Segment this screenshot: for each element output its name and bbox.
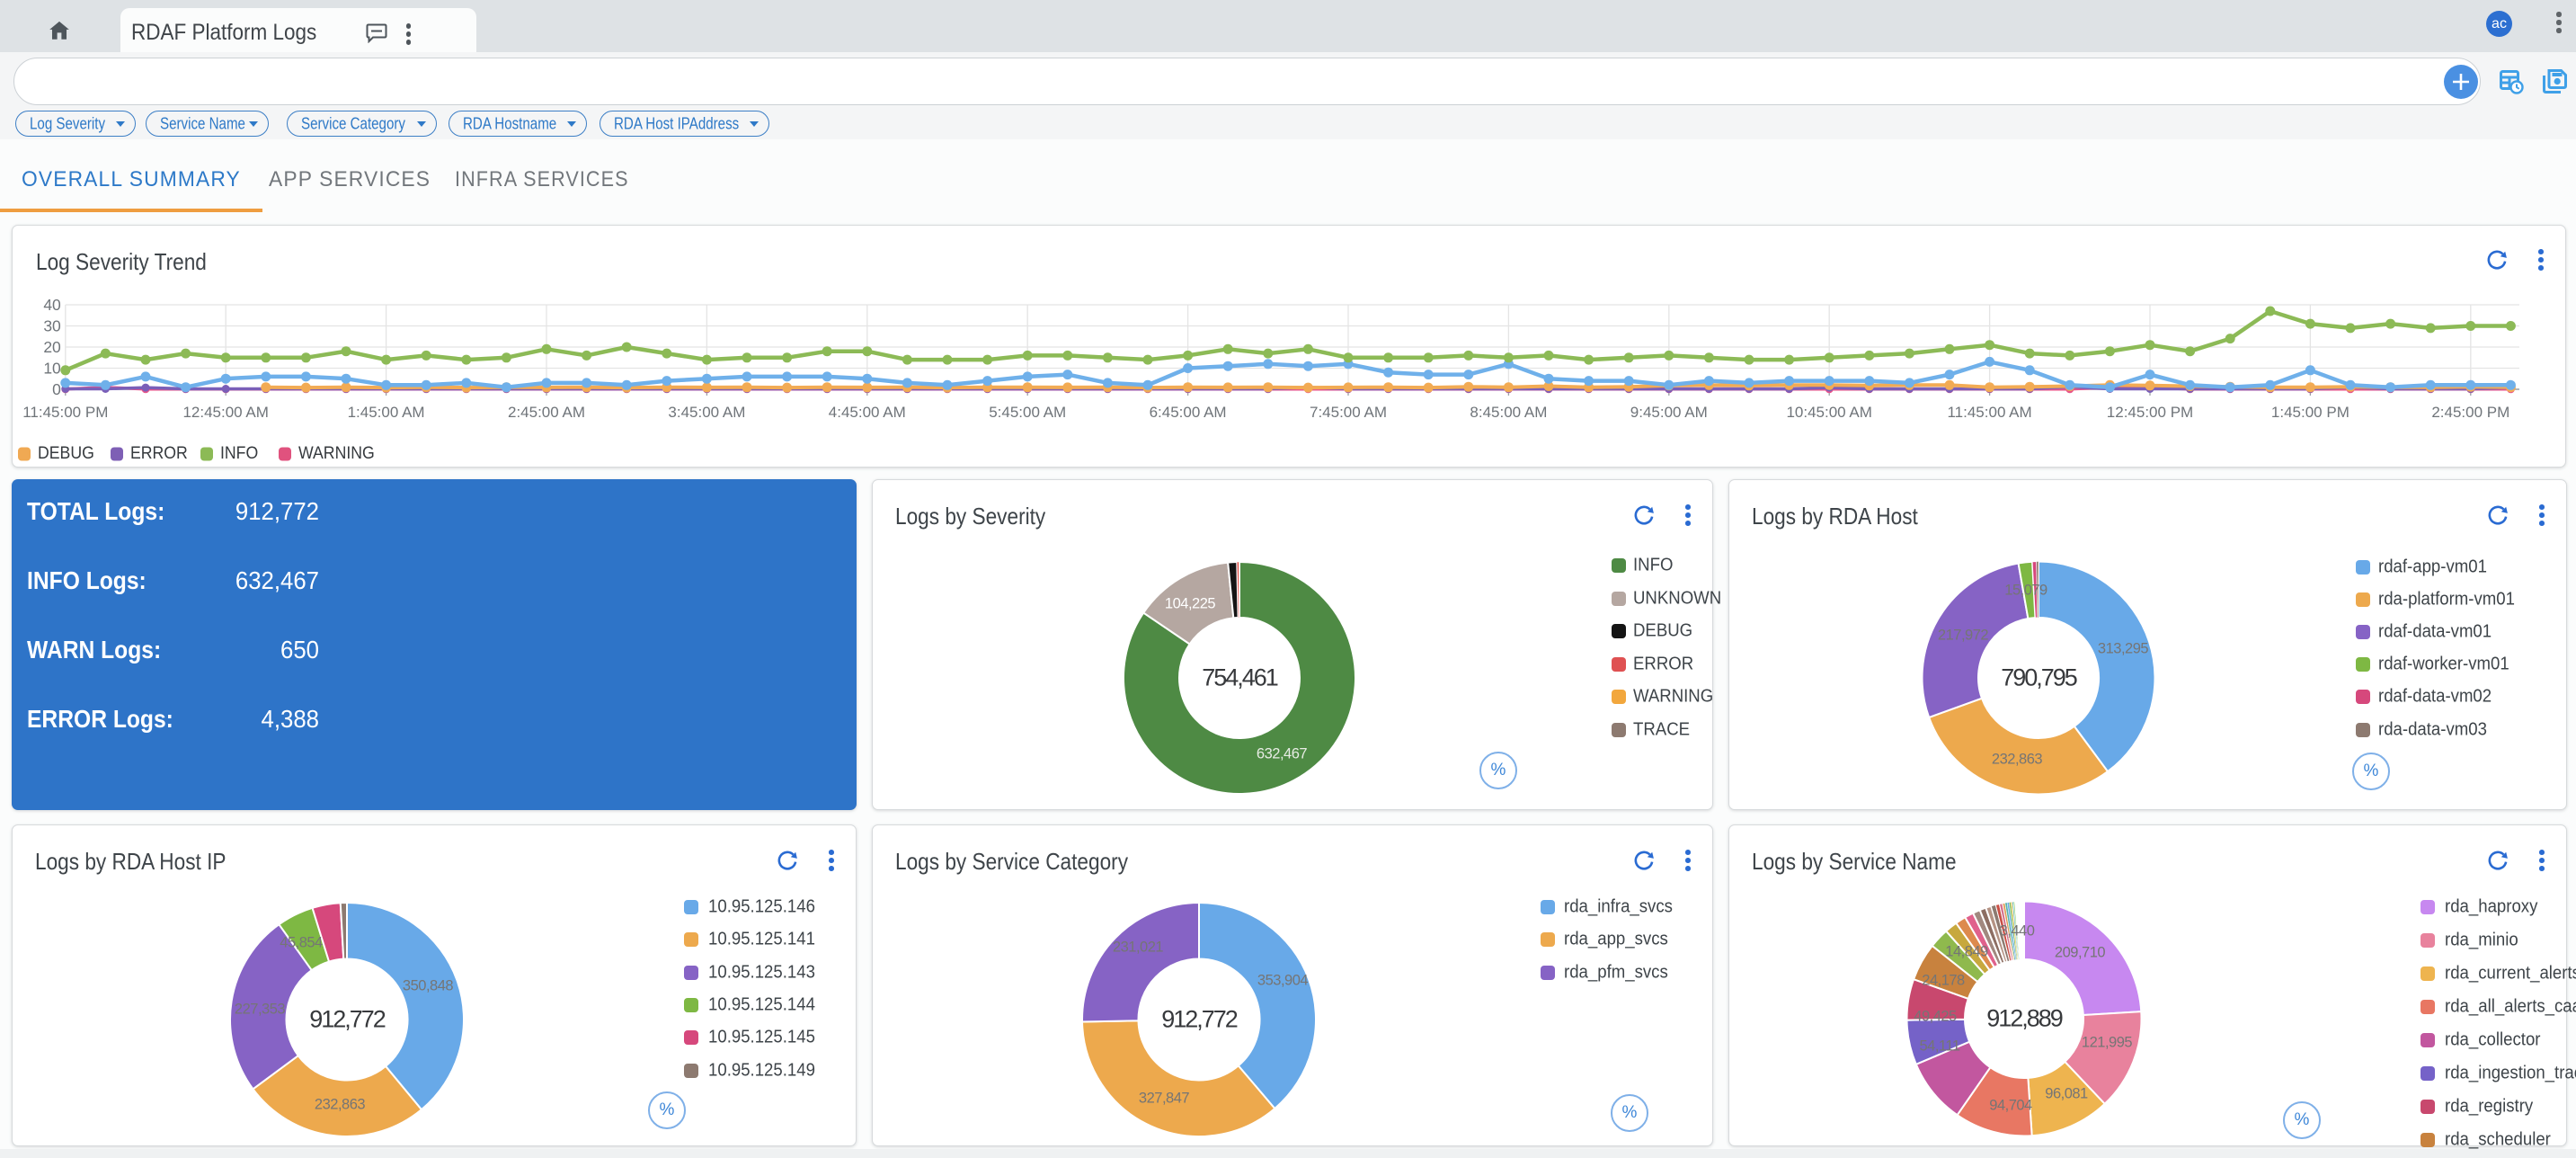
svg-text:0: 0	[52, 380, 61, 398]
svg-text:11:45:00 AM: 11:45:00 AM	[1947, 404, 2031, 421]
svg-text:20: 20	[43, 338, 61, 356]
svg-text:10: 10	[43, 360, 61, 378]
svg-text:6:45:00 AM: 6:45:00 AM	[1150, 404, 1227, 421]
svg-text:1:45:00 PM: 1:45:00 PM	[2271, 404, 2349, 421]
svg-text:2:45:00 AM: 2:45:00 AM	[508, 404, 585, 421]
svg-text:4:45:00 AM: 4:45:00 AM	[829, 404, 906, 421]
svg-text:7:45:00 AM: 7:45:00 AM	[1310, 404, 1387, 421]
svg-text:9:45:00 AM: 9:45:00 AM	[1630, 404, 1708, 421]
svg-text:2:45:00 PM: 2:45:00 PM	[2431, 404, 2509, 421]
svg-text:11:45:00 PM: 11:45:00 PM	[22, 404, 108, 421]
svg-text:10:45:00 AM: 10:45:00 AM	[1786, 404, 1871, 421]
svg-text:30: 30	[43, 317, 61, 335]
svg-text:1:45:00 AM: 1:45:00 AM	[348, 404, 425, 421]
svg-text:12:45:00 PM: 12:45:00 PM	[2107, 404, 2193, 421]
svg-text:40: 40	[43, 296, 61, 314]
svg-text:8:45:00 AM: 8:45:00 AM	[1470, 404, 1547, 421]
svg-text:12:45:00 AM: 12:45:00 AM	[182, 404, 268, 421]
svg-text:5:45:00 AM: 5:45:00 AM	[989, 404, 1066, 421]
svg-text:3:45:00 AM: 3:45:00 AM	[668, 404, 745, 421]
